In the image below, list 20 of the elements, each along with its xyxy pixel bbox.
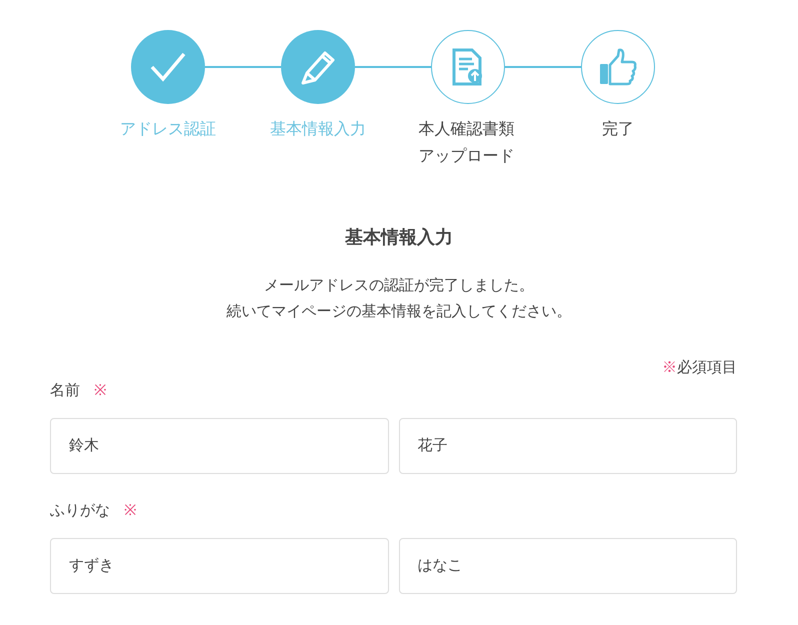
description-text: 続いてマイページの基本情報を記入してください。 <box>226 302 572 322</box>
step-label: 本人確認書類アップロード <box>418 120 516 167</box>
text-field[interactable]: 鈴木 <box>50 418 388 474</box>
description-text: メールアドレスの認証が完了しました。 <box>264 276 534 296</box>
text-field[interactable]: 花子 <box>398 418 737 474</box>
step-label: アドレス認証 <box>120 120 216 140</box>
field-label: 名前 <box>50 381 80 402</box>
document-upload-icon <box>452 48 484 86</box>
text-field[interactable]: すずき <box>50 538 388 594</box>
thumbs-up-icon <box>598 48 638 86</box>
required-note: ※必須項目 <box>662 358 737 378</box>
required-mark: ※ <box>94 381 107 402</box>
section-heading: 基本情報入力 <box>345 226 453 249</box>
text-field[interactable]: はなこ <box>398 538 737 594</box>
step-label: 基本情報入力 <box>270 120 366 140</box>
step-label: 完了 <box>602 120 634 140</box>
pencil-icon <box>299 49 337 85</box>
field-label: ふりがな <box>50 501 110 522</box>
check-icon <box>150 52 186 82</box>
required-mark: ※ <box>124 501 137 522</box>
